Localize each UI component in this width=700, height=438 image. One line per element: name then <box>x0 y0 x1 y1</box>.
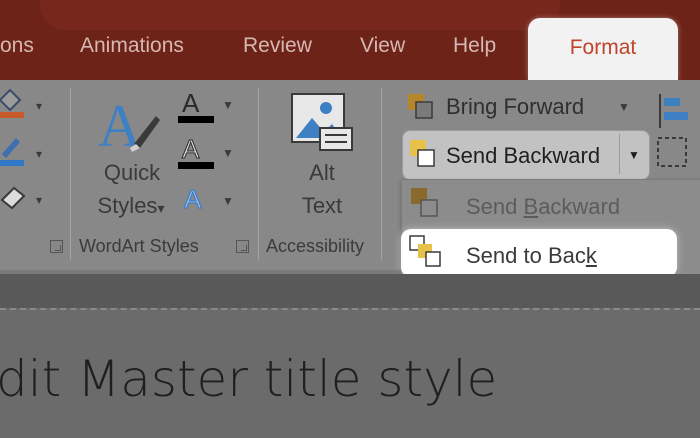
group-separator <box>381 88 382 260</box>
shape-format-icons: ▾ ▾ ▾ <box>0 88 42 210</box>
quick-styles-button[interactable]: A <box>96 90 164 159</box>
text-fill-dropdown-icon[interactable]: ▼ <box>222 98 234 112</box>
tab-view[interactable]: View <box>360 34 405 58</box>
bring-forward-button[interactable]: Bring Forward ▼ <box>406 92 636 124</box>
send-backward-split <box>619 134 620 174</box>
tab-animations[interactable]: Animations <box>80 34 184 58</box>
tab-format-label: Format <box>569 36 637 59</box>
send-backward-label: Send Backward <box>446 143 601 168</box>
slide-title-placeholder[interactable]: dit Master title style <box>0 350 497 408</box>
svg-text:▾: ▾ <box>36 147 42 161</box>
wordart-styles-launcher-icon[interactable] <box>236 240 249 253</box>
shape-styles-partial: ▾ ▾ ▾ <box>0 88 60 218</box>
text-fill-icon[interactable]: A <box>182 88 199 119</box>
tab-help[interactable]: Help <box>453 34 496 58</box>
title-bar-decoration <box>40 0 560 30</box>
bring-forward-label: Bring Forward <box>446 94 585 119</box>
shape-outline-icon <box>0 138 24 166</box>
shape-styles-launcher-icon[interactable] <box>50 240 63 253</box>
alt-text-button[interactable] <box>290 92 354 154</box>
send-backward-menu-icon <box>411 188 438 217</box>
menu-item-send-backward[interactable]: Send Backward <box>401 180 691 228</box>
alt-text-label-line2: Text <box>301 193 343 218</box>
text-outline-dropdown-icon[interactable]: ▼ <box>222 146 234 160</box>
text-outline-icon[interactable]: A <box>181 134 199 165</box>
send-backward-icon <box>410 140 435 167</box>
text-effects-dropdown-icon[interactable]: ▼ <box>222 194 234 208</box>
svg-text:▾: ▾ <box>36 99 42 113</box>
bring-forward-icon <box>408 94 433 119</box>
alt-text-icon <box>291 93 353 151</box>
group-separator <box>258 88 259 260</box>
menu-item-send-backward-label: Send Backward <box>466 194 621 219</box>
tab-transitions-partial[interactable]: ons <box>0 34 34 58</box>
quick-styles-caret: ▾ <box>157 200 165 216</box>
tab-review[interactable]: Review <box>243 34 312 58</box>
text-outline-color-bar <box>178 162 214 169</box>
tab-format[interactable]: Format <box>528 18 678 80</box>
bring-forward-dropdown-icon[interactable]: ▼ <box>618 100 630 114</box>
quick-styles-label: Styles <box>97 193 158 218</box>
text-effects-icon[interactable]: A <box>183 184 201 215</box>
menu-item-send-to-back-label: Send to Back <box>466 243 597 268</box>
shape-fill-icon <box>0 88 24 118</box>
wordart-format-controls: A ▼ A ▼ A ▼ <box>178 88 238 220</box>
wordart-styles-group-label: WordArt Styles <box>79 236 199 256</box>
group-separator <box>70 88 71 260</box>
text-fill-color-bar <box>178 116 214 123</box>
send-to-back-icon <box>409 235 441 267</box>
shape-effects-icon <box>0 186 26 210</box>
svg-text:▾: ▾ <box>36 193 42 207</box>
alt-text-label-line1: Alt <box>309 160 335 185</box>
send-backward-dropdown-icon[interactable]: ▼ <box>628 148 640 162</box>
align-icon[interactable] <box>654 92 700 172</box>
accessibility-group-label: Accessibility <box>266 236 365 256</box>
quick-styles-label-line1: Quick <box>103 160 161 185</box>
quick-styles-label-line2: Styles▾ <box>86 193 176 219</box>
wordart-a-icon: A <box>98 93 160 159</box>
